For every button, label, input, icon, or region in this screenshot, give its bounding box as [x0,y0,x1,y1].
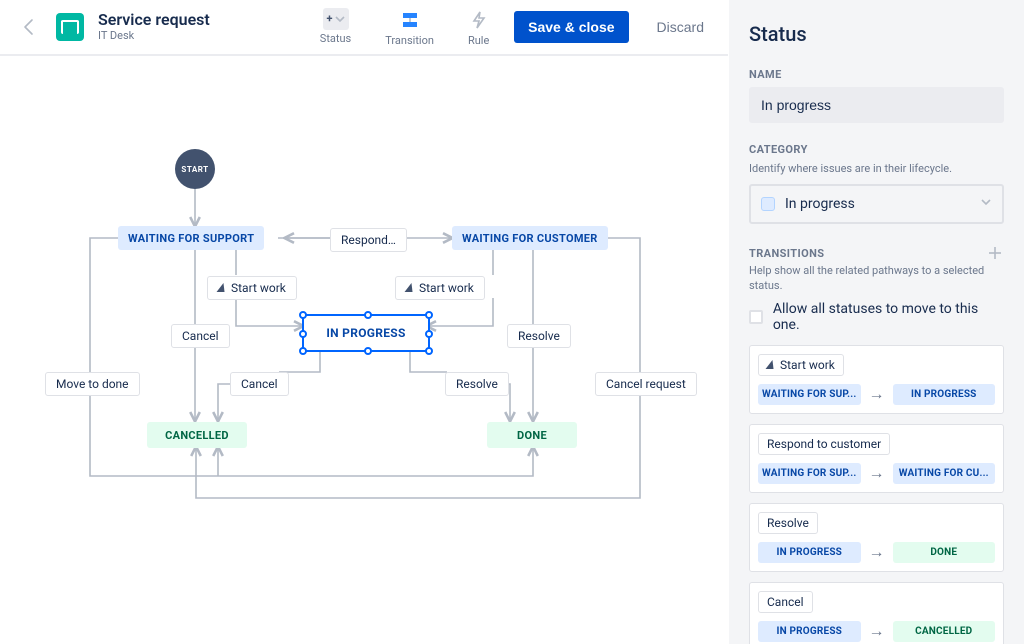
transitions-label: TRANSITIONS [749,247,824,260]
transition-card[interactable]: Start work WAITING FOR SUP... → IN PROGRESS [749,345,1004,414]
header-actions: Save & close Discard [514,11,710,43]
resize-handle[interactable] [425,347,433,355]
bolt-icon [406,281,414,295]
transition-row: IN PROGRESS → DONE [758,542,995,563]
resize-handle[interactable] [364,311,372,319]
header: Service request IT Desk + Status Transit… [0,0,728,56]
transition-row: WAITING FOR SUP... → IN PROGRESS [758,384,995,405]
arrow-right-icon: → [869,463,885,483]
name-label: NAME [749,68,1004,81]
transition-card[interactable]: Resolve IN PROGRESS → DONE [749,503,1004,572]
transition-to: WAITING FOR CU... [893,463,996,484]
resize-handle[interactable] [299,330,307,338]
discard-button[interactable]: Discard [651,18,710,36]
edge-start-work-right[interactable]: Start work [395,276,485,300]
node-waiting-for-customer[interactable]: WAITING FOR CUSTOMER [452,226,608,250]
transition-name: Respond to customer [758,433,890,455]
bolt-icon [472,8,486,32]
arrow-right-icon: → [869,542,885,562]
plus-icon: + [323,8,349,30]
transitions-hint: Help show all the related pathways to a … [749,264,1004,293]
transition-row: IN PROGRESS → CANCELLED [758,621,995,642]
chevron-down-icon [980,196,992,212]
transition-from: WAITING FOR SUP... [758,384,861,405]
transition-to: CANCELLED [893,621,996,642]
transition-name: Start work [758,354,844,376]
project-logo [56,13,84,41]
category-swatch [761,197,775,211]
category-value: In progress [785,196,855,212]
transition-card[interactable]: Cancel IN PROGRESS → CANCELLED [749,582,1004,644]
transition-from: IN PROGRESS [758,621,861,642]
title-block: Service request IT Desk [98,11,210,42]
start-node[interactable]: START [175,149,215,189]
node-done[interactable]: DONE [487,422,577,448]
arrow-right-icon: → [869,384,885,404]
transition-to: DONE [893,542,996,563]
status-name-input[interactable] [749,87,1004,123]
edge-cancel-request[interactable]: Cancel request [595,372,697,396]
edge-cancel-ip[interactable]: Cancel [230,372,289,396]
add-transition-button[interactable] [986,244,1004,262]
transition-row: WAITING FOR SUP... → WAITING FOR CU... [758,463,995,484]
resize-handle[interactable] [299,347,307,355]
tool-add-rule[interactable]: Rule [468,8,489,47]
edge-resolve-wc[interactable]: Resolve [507,324,571,348]
transition-from: IN PROGRESS [758,542,861,563]
toolbar: + Status Transition Rule [320,8,490,47]
node-waiting-for-support[interactable]: WAITING FOR SUPPORT [118,226,264,250]
panel-heading: Status [749,22,1004,46]
bolt-icon [767,358,775,372]
bolt-icon [218,281,226,295]
workflow-canvas[interactable]: START WAITING FOR SUPPORT WAITING FOR CU… [0,56,728,644]
arrow-right-icon: → [869,621,885,641]
category-label: CATEGORY [749,143,1004,156]
workflow-title: Service request [98,11,210,29]
transition-to: IN PROGRESS [893,384,996,405]
resize-handle[interactable] [364,347,372,355]
project-name: IT Desk [98,30,210,43]
edge-respond[interactable]: Respond… [330,228,407,252]
category-hint: Identify where issues are in their lifec… [749,162,1004,176]
transition-from: WAITING FOR SUP... [758,463,861,484]
resize-handle[interactable] [425,311,433,319]
edge-resolve-ip[interactable]: Resolve [445,372,509,396]
back-button[interactable] [18,15,42,39]
save-button[interactable]: Save & close [514,11,628,43]
edge-move-to-done[interactable]: Move to done [45,372,140,396]
transition-name: Resolve [758,512,818,534]
node-cancelled[interactable]: CANCELLED [147,422,247,448]
edge-cancel-ws[interactable]: Cancel [171,324,230,348]
edge-start-work-left[interactable]: Start work [207,276,297,300]
allow-all-checkbox[interactable]: Allow all statuses to move to this one. [749,301,1004,333]
tool-add-status[interactable]: + Status [320,8,351,47]
checkbox-icon [749,310,763,324]
resize-handle[interactable] [299,311,307,319]
node-in-progress-selected[interactable]: IN PROGRESS [302,314,430,352]
resize-handle[interactable] [425,330,433,338]
category-select[interactable]: In progress [749,184,1004,224]
transition-icon [401,8,419,32]
transition-name: Cancel [758,591,813,613]
transition-card[interactable]: Respond to customerWAITING FOR SUP...→WA… [749,424,1004,493]
status-panel: Status NAME CATEGORY Identify where issu… [728,0,1024,644]
tool-add-transition[interactable]: Transition [385,8,434,47]
